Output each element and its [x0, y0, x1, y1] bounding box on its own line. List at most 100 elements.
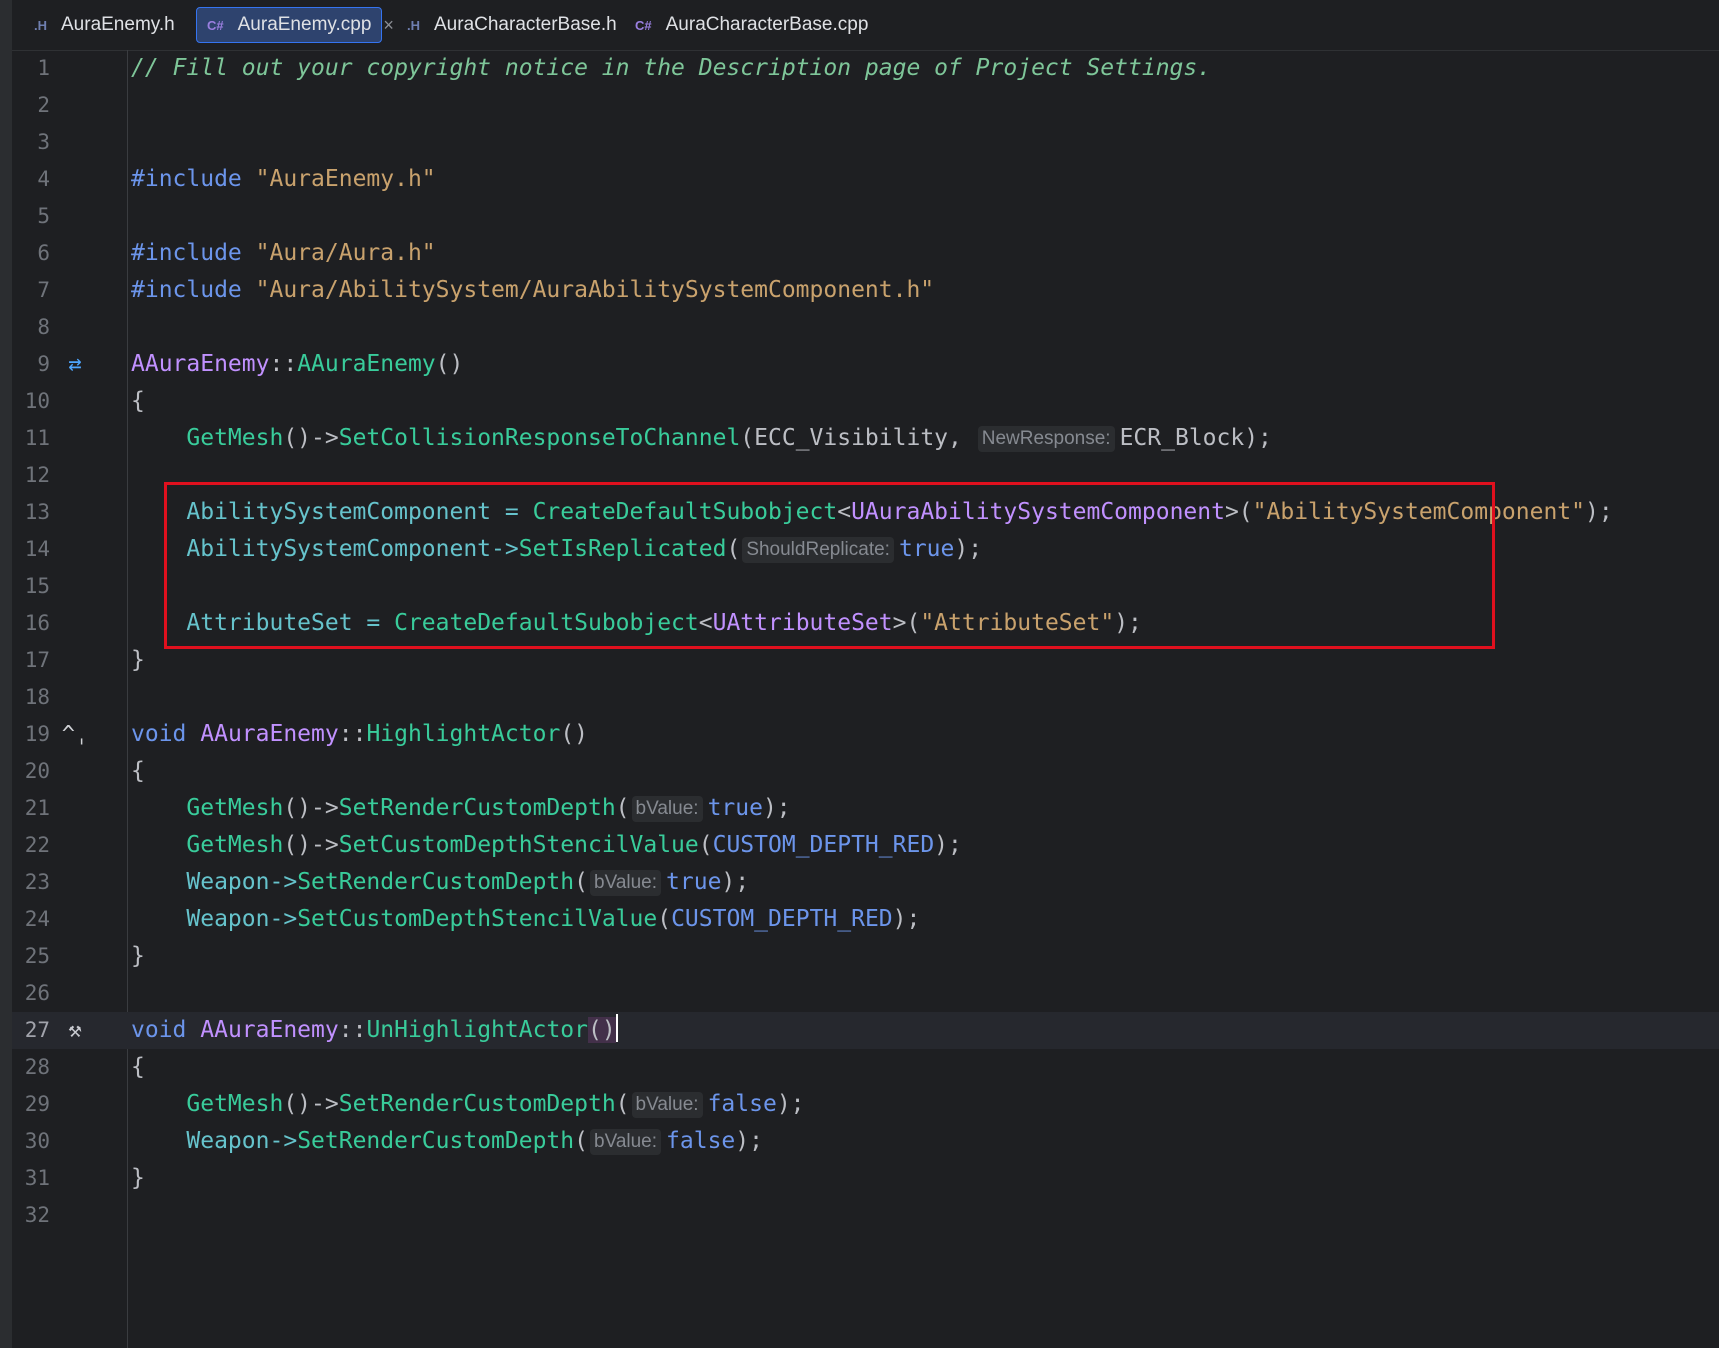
line-number: 3: [37, 130, 50, 154]
code-line: 10 {: [12, 383, 1719, 420]
operator: ()->: [283, 425, 339, 451]
code-line: 3: [12, 124, 1719, 161]
line-number: 2: [37, 93, 50, 117]
keyword: false: [707, 1091, 777, 1117]
line-number: 26: [24, 981, 50, 1005]
type-name: UAuraAbilitySystemComponent: [851, 499, 1225, 525]
tab-auraenemy-cpp[interactable]: C# AuraEnemy.cpp ×: [196, 7, 394, 43]
code-line: 4 #include "AuraEnemy.h": [12, 161, 1719, 198]
brace: }: [131, 1165, 145, 1191]
line-number: 28: [24, 1055, 50, 1079]
function-name: GetMesh: [186, 832, 284, 858]
class-name: AAuraEnemy: [200, 1017, 339, 1043]
left-tool-strip: [0, 0, 12, 1348]
code-line: 17 }: [12, 642, 1719, 679]
line-number: 5: [37, 204, 50, 228]
line-number: 25: [24, 944, 50, 968]
line-number: 27: [24, 1018, 50, 1042]
macro: CUSTOM_DEPTH_RED: [712, 832, 935, 858]
line-number: 11: [24, 426, 50, 450]
code-line: 19 ^ˌ void AAuraEnemy::HighlightActor(): [12, 716, 1719, 753]
code-line: 20 {: [12, 753, 1719, 790]
line-number: 13: [24, 500, 50, 524]
parameter-hint: bValue:: [590, 1129, 662, 1155]
code-line: 15: [12, 568, 1719, 605]
close-icon[interactable]: ×: [383, 15, 394, 36]
function-name: SetRenderCustomDepth: [297, 1128, 575, 1154]
keyword: false: [666, 1128, 736, 1154]
code-line: 14 AbilitySystemComponent->SetIsReplicat…: [12, 531, 1719, 568]
function-name: SetRenderCustomDepth: [338, 795, 616, 821]
keyword: void: [131, 721, 187, 747]
function-name: GetMesh: [186, 425, 284, 451]
operator: ->: [269, 906, 298, 932]
enum-value: ECR_Block: [1119, 425, 1245, 451]
brace: }: [131, 943, 145, 969]
comment: // Fill out your copyright notice in the…: [131, 55, 1212, 81]
function-name: SetRenderCustomDepth: [297, 869, 575, 895]
parameter-hint: NewResponse:: [977, 426, 1115, 452]
editor-tab-bar: .H AuraEnemy.h C# AuraEnemy.cpp × .H Aur…: [12, 0, 1719, 51]
function-name: CreateDefaultSubobject: [532, 499, 838, 525]
code-line: 11 GetMesh()->SetCollisionResponseToChan…: [12, 420, 1719, 457]
hammer-icon[interactable]: ⚒: [60, 1012, 90, 1049]
operator: ->: [269, 1128, 298, 1154]
operator: ()->: [283, 832, 339, 858]
line-number: 24: [24, 907, 50, 931]
string-literal: "AttributeSet": [920, 610, 1115, 636]
code-line: 18: [12, 679, 1719, 716]
function-name: SetRenderCustomDepth: [338, 1091, 616, 1117]
code-editor[interactable]: 1 // Fill out your copyright notice in t…: [12, 50, 1719, 1348]
line-number: 6: [37, 241, 50, 265]
implements-icon[interactable]: ⇄: [60, 346, 90, 383]
line-number: 17: [24, 648, 50, 672]
navigate-up-icon[interactable]: ^ˌ: [60, 716, 90, 753]
line-number: 30: [24, 1129, 50, 1153]
scope-operator: ::: [338, 1017, 367, 1043]
code-line: 31 }: [12, 1160, 1719, 1197]
function-name: SetIsReplicated: [518, 536, 727, 562]
keyword: void: [131, 1017, 187, 1043]
header-file-icon: .H: [407, 17, 420, 33]
code-line: 28 {: [12, 1049, 1719, 1086]
code-line: 6 #include "Aura/Aura.h": [12, 235, 1719, 272]
include-path: "Aura/Aura.h": [255, 240, 436, 266]
function-name: UnHighlightActor: [366, 1017, 588, 1043]
line-number: 20: [24, 759, 50, 783]
line-number: 22: [24, 833, 50, 857]
variable: Weapon: [186, 869, 270, 895]
function-name: HighlightActor: [366, 721, 561, 747]
include-path: "Aura/AbilitySystem/AuraAbilitySystemCom…: [255, 277, 935, 303]
line-number: 10: [24, 389, 50, 413]
parameter-hint: bValue:: [631, 796, 703, 822]
operator: ()->: [283, 1091, 339, 1117]
class-name: AAuraEnemy: [131, 351, 270, 377]
tab-label: AuraCharacterBase.cpp: [665, 14, 869, 35]
brace: {: [131, 1054, 145, 1080]
keyword: true: [666, 869, 722, 895]
tab-label: AuraEnemy.cpp: [237, 14, 372, 35]
line-number: 19: [24, 722, 50, 746]
tab-auracharacterbase-h[interactable]: .H AuraCharacterBase.h: [397, 7, 627, 43]
code-line: 2: [12, 87, 1719, 124]
enum-value: ECC_Visibility: [754, 425, 949, 451]
line-number: 21: [24, 796, 50, 820]
code-line: 24 Weapon->SetCustomDepthStencilValue(CU…: [12, 901, 1719, 938]
variable: Weapon: [186, 906, 270, 932]
code-line: 16 AttributeSet = CreateDefaultSubobject…: [12, 605, 1719, 642]
line-number: 1: [37, 56, 50, 80]
code-line: 13 AbilitySystemComponent = CreateDefaul…: [12, 494, 1719, 531]
line-number: 8: [37, 315, 50, 339]
function-name: SetCustomDepthStencilValue: [338, 832, 699, 858]
header-file-icon: .H: [34, 17, 47, 33]
include-directive: #include: [131, 277, 242, 303]
code-line: 21 GetMesh()->SetRenderCustomDepth(bValu…: [12, 790, 1719, 827]
variable: AttributeSet: [186, 610, 353, 636]
tab-auraenemy-h[interactable]: .H AuraEnemy.h: [24, 7, 185, 43]
code-line: 29 GetMesh()->SetRenderCustomDepth(bValu…: [12, 1086, 1719, 1123]
include-path: "AuraEnemy.h": [255, 166, 436, 192]
line-number: 15: [24, 574, 50, 598]
tab-auracharacterbase-cpp[interactable]: C# AuraCharacterBase.cpp: [625, 7, 878, 43]
scope-operator: ::: [269, 351, 298, 377]
line-number: 31: [24, 1166, 50, 1190]
